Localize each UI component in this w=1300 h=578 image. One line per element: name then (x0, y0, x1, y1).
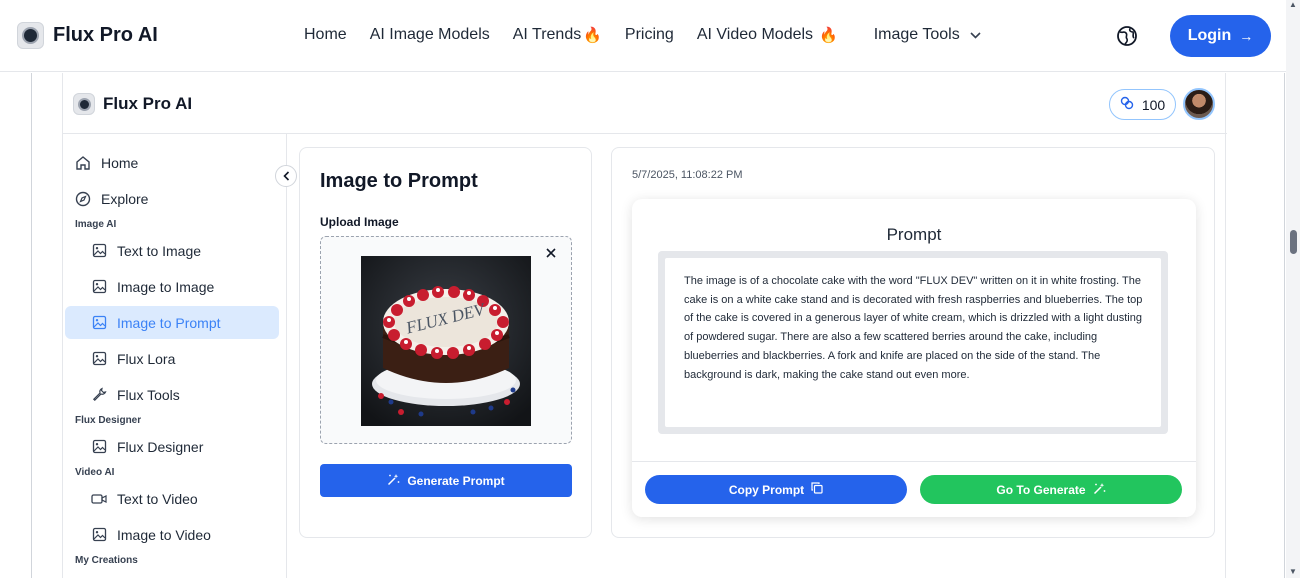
sidebar-item-image-to-prompt[interactable]: Image to Prompt (65, 306, 279, 339)
app-frame: Flux Pro AI 100 Home Explore Image AI Te… (31, 73, 1285, 578)
scroll-up-arrow-icon[interactable]: ▲ (1289, 0, 1297, 9)
arrow-right-icon: → (1239, 28, 1254, 44)
go-to-generate-label: Go To Generate (996, 482, 1086, 497)
nav-ai-trends[interactable]: AI Trends 🔥 (513, 26, 602, 44)
page-scrollbar[interactable]: ▲ ▼ (1286, 0, 1300, 578)
sidebar-item-explore[interactable]: Explore (65, 182, 279, 215)
section-my-creations: My Creations (75, 555, 138, 566)
prompt-result-panel: 5/7/2025, 11:08:22 PM Prompt The image i… (611, 147, 1215, 538)
app-brand-name: Flux Pro AI (103, 94, 193, 113)
sidebar-item-label: Image to Video (117, 526, 211, 543)
section-flux-designer: Flux Designer (75, 415, 142, 426)
scrollbar-thumb[interactable] (1290, 230, 1297, 254)
image-icon (91, 315, 107, 331)
section-image-ai: Image AI (75, 219, 117, 230)
image-icon (91, 243, 107, 259)
top-navbar: Flux Pro AI Home AI Image Models AI Tren… (0, 0, 1286, 72)
app-logo-icon (73, 93, 95, 115)
nav-ai-trends-label: AI Trends (512, 26, 582, 43)
nav-ai-video-models[interactable]: AI Video Models 🔥 (697, 26, 838, 44)
remove-image-close-icon[interactable] (546, 245, 556, 261)
credits-count: 100 (1141, 96, 1166, 113)
language-globe-icon[interactable] (1116, 25, 1138, 47)
prompt-card: Prompt The image is of a chocolate cake … (632, 199, 1196, 517)
sidebar-item-label: Text to Video (117, 490, 198, 507)
image-icon (91, 527, 107, 543)
nav-ai-video-models-label: AI Video Models (696, 26, 814, 43)
sidebar-item-label: Image to Prompt (117, 314, 221, 331)
scroll-down-arrow-icon[interactable]: ▼ (1289, 567, 1297, 576)
nav-image-tools-dropdown[interactable]: Image Tools (874, 26, 981, 44)
credits-badge[interactable]: 100 (1109, 89, 1176, 120)
upload-dropzone[interactable]: FLUX DEV (320, 236, 572, 444)
nav-home-label: Home (304, 26, 347, 43)
magic-wand-icon (387, 473, 400, 489)
sidebar-item-label: Text to Image (117, 242, 202, 259)
copy-icon (811, 482, 823, 497)
sidebar-item-image-to-video[interactable]: Image to Video (65, 518, 279, 551)
home-icon (75, 155, 91, 171)
sidebar-item-label: Image to Image (117, 278, 215, 295)
nav-image-tools-label: Image Tools (873, 26, 960, 43)
main-nav: Home AI Image Models AI Trends 🔥 Pricing … (304, 26, 1004, 44)
sidebar-item-home[interactable]: Home (65, 146, 279, 179)
brand-logo-icon (17, 22, 44, 49)
sidebar-item-label: Flux Tools (117, 386, 180, 403)
sidebar-item-label: Home (101, 154, 139, 171)
app-brand[interactable]: Flux Pro AI (73, 93, 192, 115)
panel-title: Image to Prompt (320, 170, 478, 192)
coins-icon (1120, 96, 1134, 113)
copy-prompt-label: Copy Prompt (728, 482, 805, 497)
generate-prompt-label: Generate Prompt (407, 473, 505, 488)
upload-image-label: Upload Image (320, 215, 399, 229)
chevron-left-icon (282, 171, 289, 181)
divider (632, 461, 1196, 462)
chevron-down-icon (970, 28, 981, 42)
image-icon (91, 351, 107, 367)
wrench-icon (91, 387, 107, 403)
nav-pricing[interactable]: Pricing (625, 26, 674, 44)
section-video-ai: Video AI (75, 467, 115, 478)
image-to-prompt-panel: Image to Prompt Upload Image FLUX DEV Ge… (299, 147, 592, 538)
sidebar: Home Explore Image AI Text to Image Imag… (63, 134, 287, 578)
sidebar-item-flux-tools[interactable]: Flux Tools (65, 378, 279, 411)
fire-icon: 🔥 (583, 27, 602, 44)
login-label: Login (1187, 27, 1232, 44)
sidebar-item-flux-lora[interactable]: Flux Lora (65, 342, 279, 375)
go-to-generate-button[interactable]: Go To Generate (920, 475, 1182, 504)
prompt-text-frame: The image is of a chocolate cake with th… (658, 251, 1168, 434)
sidebar-item-image-to-image[interactable]: Image to Image (65, 270, 279, 303)
uploaded-cake-image: FLUX DEV (361, 256, 531, 426)
prompt-heading: Prompt (886, 225, 942, 244)
app-header: Flux Pro AI 100 (63, 73, 1227, 134)
nav-home[interactable]: Home (304, 26, 347, 44)
sidebar-item-text-to-video[interactable]: Text to Video (65, 482, 279, 515)
fire-icon: 🔥 (819, 27, 838, 44)
sidebar-item-text-to-image[interactable]: Text to Image (65, 234, 279, 267)
user-avatar[interactable] (1183, 88, 1215, 120)
compass-icon (75, 191, 91, 207)
nav-ai-image-models-label: AI Image Models (369, 26, 490, 43)
result-timestamp: 5/7/2025, 11:08:22 PM (632, 169, 743, 181)
site-brand[interactable]: Flux Pro AI (17, 22, 158, 49)
sidebar-item-label: Explore (101, 190, 149, 207)
nav-ai-image-models[interactable]: AI Image Models (370, 26, 490, 44)
video-camera-icon (91, 491, 107, 507)
brand-name: Flux Pro AI (53, 24, 158, 46)
magic-wand-icon (1093, 482, 1106, 498)
image-icon (91, 279, 107, 295)
nav-pricing-label: Pricing (624, 26, 674, 43)
login-button[interactable]: Login → (1170, 15, 1271, 57)
sidebar-collapse-button[interactable] (275, 165, 297, 187)
sidebar-item-label: Flux Lora (117, 350, 176, 367)
generate-prompt-button[interactable]: Generate Prompt (320, 464, 572, 497)
image-icon (91, 439, 107, 455)
copy-prompt-button[interactable]: Copy Prompt (645, 475, 907, 504)
sidebar-item-flux-designer[interactable]: Flux Designer (65, 430, 279, 463)
sidebar-item-label: Flux Designer (117, 438, 204, 455)
prompt-text: The image is of a chocolate cake with th… (665, 258, 1161, 427)
app-container: Flux Pro AI 100 Home Explore Image AI Te… (62, 73, 1227, 578)
